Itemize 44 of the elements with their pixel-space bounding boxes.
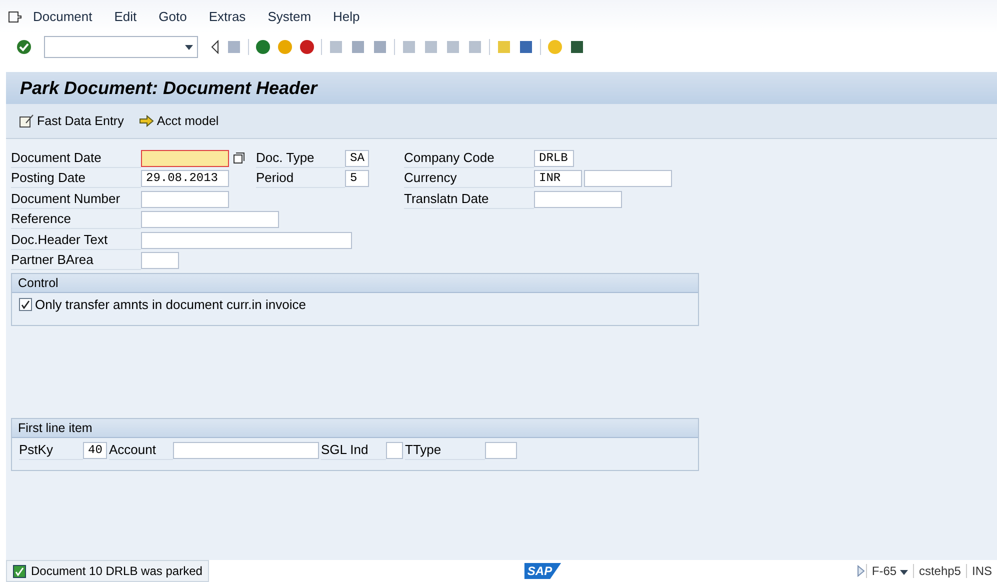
menu-item[interactable]: Goto — [148, 9, 198, 24]
input-mode: INS — [966, 564, 997, 578]
input-field[interactable] — [141, 211, 279, 228]
group-title: Control — [12, 274, 698, 293]
input-field[interactable] — [141, 150, 229, 167]
status-message: Document 10 DRLB was parked — [6, 560, 210, 582]
input-field[interactable] — [173, 442, 319, 459]
toolbar-button[interactable]: Fast Data Entry — [18, 114, 124, 128]
menu-icon[interactable] — [8, 10, 22, 22]
menu-item[interactable]: System — [256, 9, 322, 24]
success-icon — [13, 564, 26, 578]
value-help-icon[interactable] — [232, 151, 246, 166]
check-icon[interactable] — [16, 39, 32, 55]
input-field[interactable] — [141, 232, 352, 249]
input-field[interactable] — [534, 190, 622, 208]
menu-item[interactable]: Edit — [103, 9, 148, 24]
expand-icon[interactable] — [856, 565, 866, 577]
input-field[interactable] — [386, 442, 403, 459]
server-name: cstehp5 — [912, 564, 966, 578]
edit-icon — [18, 114, 35, 128]
input-field[interactable]: DRLB — [534, 150, 574, 167]
input-field[interactable]: INR — [534, 170, 582, 188]
dropdown-icon[interactable] — [185, 44, 193, 50]
menu-item[interactable]: Document — [22, 9, 104, 24]
input-field[interactable]: SA — [345, 150, 369, 167]
transaction-code[interactable]: F-65 — [866, 564, 913, 578]
group-title: First line item — [12, 419, 698, 438]
input-field[interactable] — [141, 190, 229, 208]
input-field[interactable] — [141, 252, 179, 270]
input-field[interactable]: 40 — [83, 442, 107, 459]
checkbox[interactable] — [19, 298, 32, 311]
menu-item[interactable]: Extras — [198, 9, 257, 24]
input-field[interactable] — [584, 170, 672, 188]
dropdown-icon[interactable] — [900, 570, 908, 575]
input-field[interactable] — [485, 442, 517, 459]
arrow-icon — [138, 114, 155, 128]
toolbar-button[interactable]: Acct model — [138, 114, 219, 128]
input-field[interactable]: 29.08.2013 — [141, 170, 229, 188]
command-field[interactable] — [44, 36, 198, 58]
logo: SAP — [524, 563, 562, 579]
menu-item[interactable]: Help — [322, 9, 371, 24]
screen-title: Park Document: Document Header — [6, 72, 997, 104]
input-field[interactable]: 5 — [345, 170, 369, 188]
checkbox-label: Only transfer amnts in document curr.in invoice — [35, 297, 306, 312]
